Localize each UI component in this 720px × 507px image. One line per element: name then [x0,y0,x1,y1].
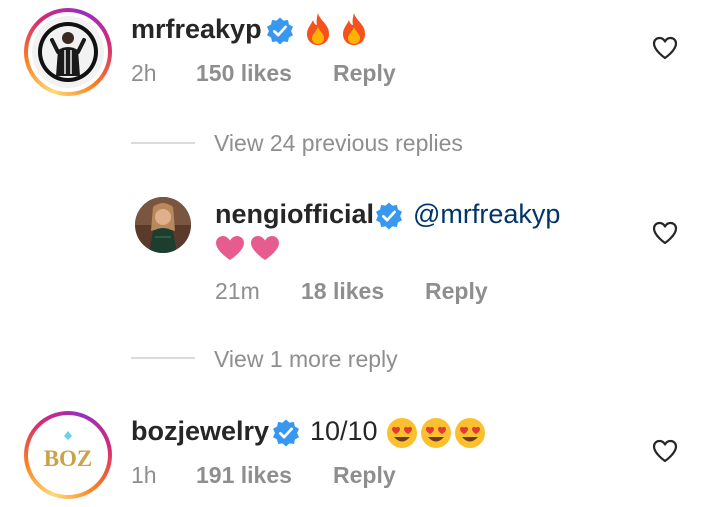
avatar[interactable] [24,8,112,96]
boz-logo: BOZ [44,431,93,471]
avatar[interactable]: BOZ [24,411,112,499]
person-silhouette-icon [38,22,98,82]
heart-outline-icon[interactable] [652,36,678,60]
likes-count[interactable]: 150 likes [196,60,292,87]
pink-heart-emoji [216,236,244,260]
comment-text: 10/10 [310,416,378,446]
comment-time: 1h [131,462,157,488]
view-more-replies-link[interactable]: View 1 more reply [214,346,398,373]
username[interactable]: nengiofficial [215,199,374,230]
verified-badge-icon [376,202,402,230]
heart-eyes-emoji [387,418,417,448]
avatar[interactable] [135,197,191,253]
pink-heart-emoji [251,236,279,260]
verified-badge-icon [267,17,293,45]
likes-count[interactable]: 18 likes [301,278,384,305]
fire-emoji [307,13,329,45]
username[interactable]: bozjewelry [131,416,269,447]
view-previous-replies-link[interactable]: View 24 previous replies [214,130,463,157]
heart-eyes-emoji [421,418,451,448]
reply-button[interactable]: Reply [333,60,396,87]
comment-time: 21m [215,278,260,304]
svg-text:BOZ: BOZ [44,446,93,471]
heart-eyes-emoji [455,418,485,448]
profile-photo [135,197,191,253]
heart-outline-icon[interactable] [652,221,678,245]
likes-count[interactable]: 191 likes [196,462,292,489]
username[interactable]: mrfreakyp [131,14,262,45]
verified-badge-icon [273,419,299,447]
comment-time: 2h [131,60,157,86]
thread-divider [131,357,195,359]
fire-emoji [343,13,365,45]
thread-divider [131,142,195,144]
mention-link[interactable]: @mrfreakyp [413,199,560,230]
reply-button[interactable]: Reply [333,462,396,489]
reply-button[interactable]: Reply [425,278,488,305]
heart-outline-icon[interactable] [652,439,678,463]
